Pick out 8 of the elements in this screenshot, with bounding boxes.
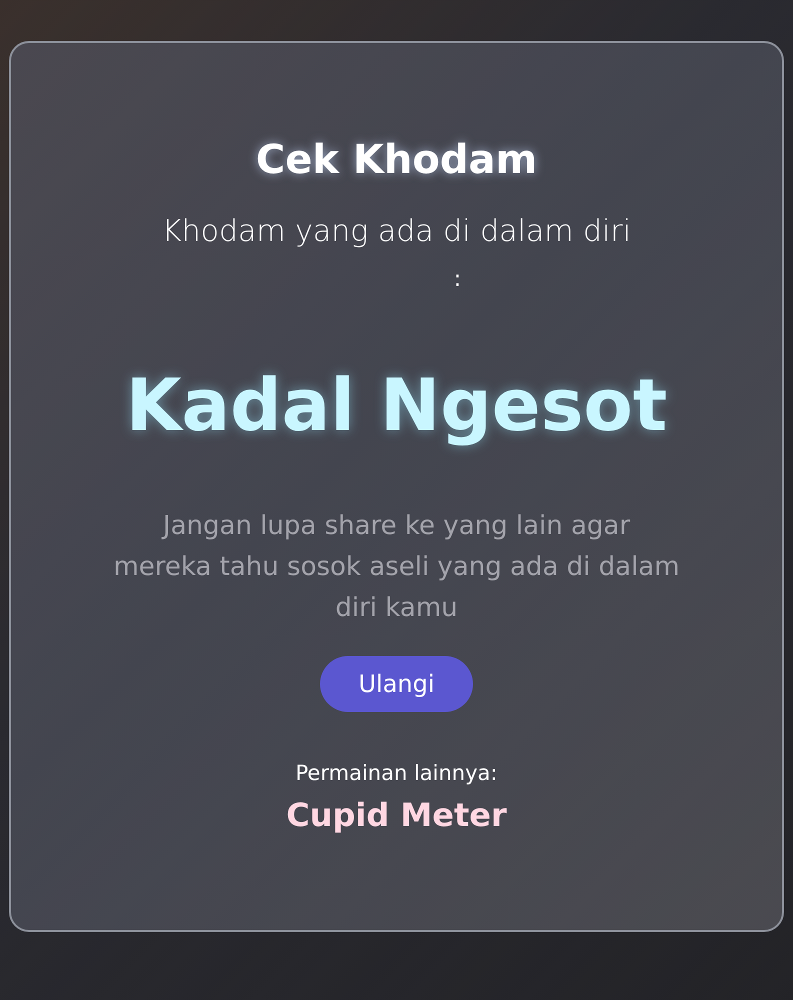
other-games-label: Permainan lainnya: xyxy=(296,760,498,786)
game-link[interactable]: Cupid Meter xyxy=(286,795,507,835)
retry-button[interactable]: Ulangi xyxy=(320,656,473,712)
subtitle-text: Khodam yang ada di dalam diri xyxy=(162,213,632,251)
share-message: Jangan lupa share ke yang lain agar mereka tahu sosok aseli yang ada di dalam diri kamu xyxy=(112,510,681,625)
page-title: Cek Khodam xyxy=(256,136,538,185)
colon-text: : xyxy=(454,266,462,294)
result-name: Kadal Ngesot xyxy=(126,362,668,449)
